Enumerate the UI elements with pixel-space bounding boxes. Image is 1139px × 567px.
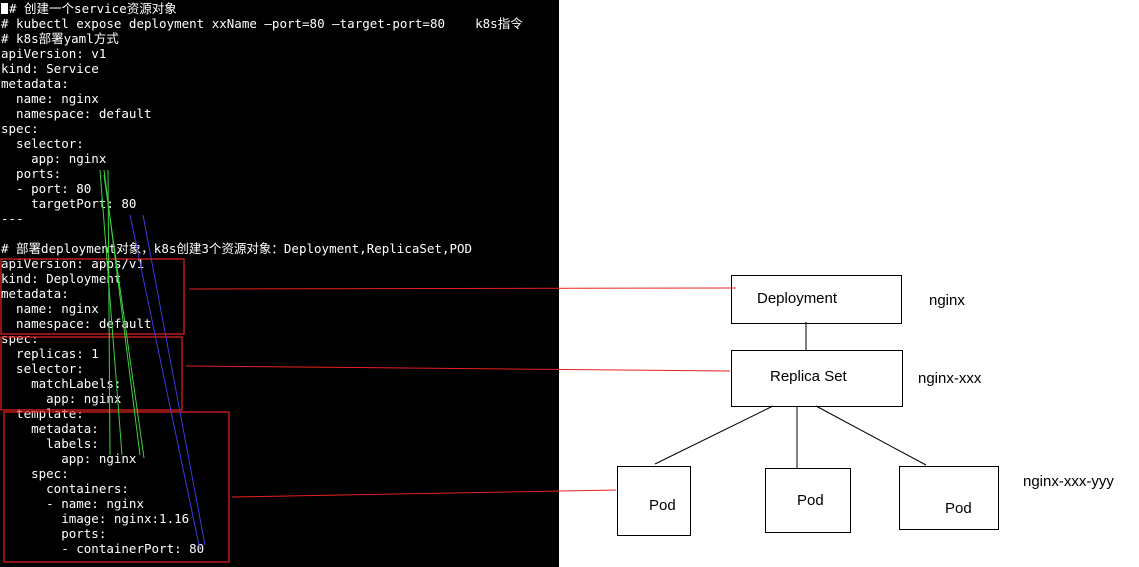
code-line: # 部署deployment对象，k8s创建3个资源对象：Deployment,…	[1, 241, 473, 256]
code-line: ports:	[1, 166, 62, 181]
code-line: metadata:	[1, 76, 69, 91]
pod-box-3: Pod	[899, 466, 999, 530]
code-line: spec:	[1, 466, 69, 481]
code-line: targetPort: 80	[1, 196, 137, 211]
code-line: metadata:	[1, 421, 99, 436]
code-line: ---	[1, 211, 24, 226]
code-line: containers:	[1, 481, 129, 496]
code-line: # k8s部署yaml方式	[1, 31, 119, 46]
code-line: matchLabels:	[1, 376, 122, 391]
pod-box-2: Pod	[765, 468, 851, 533]
code-line: selector:	[1, 136, 84, 151]
code-line: name: nginx	[1, 301, 99, 316]
code-line: app: nginx	[1, 451, 137, 466]
code-line: - containerPort: 80	[1, 541, 205, 556]
code-line: kind: Deployment	[1, 271, 122, 286]
code-line: - port: 80	[1, 181, 92, 196]
pod-box-1-label: Pod	[649, 497, 676, 514]
code-line: replicas: 1	[1, 346, 99, 361]
code-line: labels:	[1, 436, 99, 451]
code-line: spec:	[1, 121, 39, 136]
code-line: template:	[1, 406, 84, 421]
code-line: spec:	[1, 331, 39, 346]
code-line: apiVersion: apps/v1	[1, 256, 144, 271]
cursor-block	[1, 3, 8, 14]
code-line: app: nginx	[1, 391, 122, 406]
code-line: namespace: default	[1, 316, 152, 331]
code-line: app: nginx	[1, 151, 107, 166]
pod-box-3-label: Pod	[945, 500, 972, 517]
pod-box-2-label: Pod	[797, 492, 824, 509]
terminal-panel: # 创建一个service资源对象 # kubectl expose deploy…	[0, 0, 559, 567]
pod-name-label: nginx-xxx-yyy	[1023, 473, 1114, 490]
code-line: ports:	[1, 526, 107, 541]
deployment-name-label: nginx	[929, 292, 965, 309]
pod-box-1: Pod	[617, 466, 691, 536]
code-line: apiVersion: v1	[1, 46, 107, 61]
deployment-box-label: Deployment	[757, 290, 838, 307]
deployment-box: Deployment	[731, 275, 902, 324]
replicaset-box: Replica Set	[731, 350, 903, 407]
code-line: image: nginx:1.16	[1, 511, 190, 526]
code-line: namespace: default	[1, 106, 152, 121]
code-line: - name: nginx	[1, 496, 144, 511]
replicaset-to-pod3-line	[815, 405, 927, 466]
replicaset-to-pod1-line	[654, 405, 774, 465]
replicaset-box-label: Replica Set	[770, 368, 847, 385]
code-line: # 创建一个service资源对象	[9, 1, 177, 16]
replicaset-name-label: nginx-xxx	[918, 370, 982, 387]
code-line: selector:	[1, 361, 84, 376]
code-line: kind: Service	[1, 61, 99, 76]
code-line: metadata:	[1, 286, 69, 301]
code-line: # kubectl expose deployment xxName –port…	[1, 16, 523, 31]
code-line: name: nginx	[1, 91, 99, 106]
